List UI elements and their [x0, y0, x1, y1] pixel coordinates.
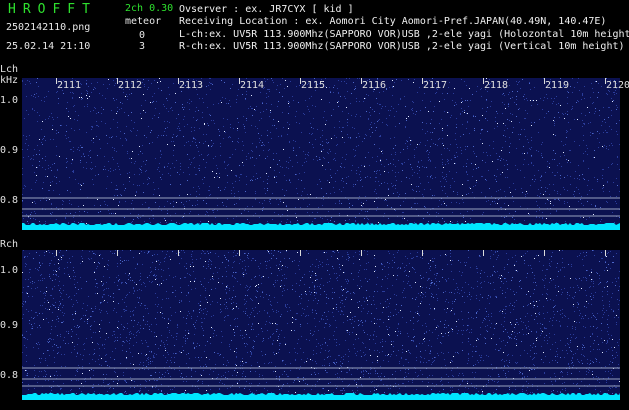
- hrofft-window: HROFFT 2ch 0.30 2502142110.png meteor 0 …: [0, 0, 629, 410]
- time-tick-mark: [605, 250, 606, 256]
- rch-meteor-count: 3: [139, 41, 146, 52]
- khz-unit: kHz: [0, 75, 19, 86]
- time-tick-mark: [300, 78, 301, 84]
- lch-meteor-count: 0: [139, 30, 146, 41]
- app-title: HROFFT: [8, 2, 97, 17]
- time-tick-mark: [239, 78, 240, 84]
- lch-waterfall-canvas: [22, 78, 620, 230]
- time-tick-label: 2117: [423, 80, 448, 91]
- rch-info-line: R-ch:ex. UV5R 113.900Mhz(SAPPORO VOR)USB…: [179, 41, 625, 52]
- time-tick-mark: [117, 250, 118, 256]
- file-name: 2502142110.png: [6, 22, 91, 33]
- time-tick-label: 2118: [484, 80, 509, 91]
- lch-waterfall: [22, 78, 620, 230]
- time-tick-mark: [178, 250, 179, 256]
- time-tick-mark: [117, 78, 118, 84]
- time-tick-label: 2114: [240, 80, 265, 91]
- time-tick-mark: [56, 78, 57, 84]
- time-tick-label: 2119: [545, 80, 570, 91]
- time-tick-label: 2116: [362, 80, 387, 91]
- time-tick-mark: [300, 250, 301, 256]
- time-tick-mark: [361, 78, 362, 84]
- time-tick-label: 2111: [57, 80, 82, 91]
- location-line: Receiving Location : ex. Aomori City Aom…: [179, 16, 607, 27]
- observer-line: Ovserver : ex. JR7CYX [ kid ]: [179, 4, 354, 15]
- time-tick-mark: [605, 78, 606, 84]
- time-tick-mark: [422, 250, 423, 256]
- lch-info-line: L-ch:ex. UV5R 113.900Mhz(SAPPORO VOR)USB…: [179, 29, 629, 40]
- time-tick-mark: [178, 78, 179, 84]
- rch-waterfall-canvas: [22, 250, 620, 400]
- datetime: 25.02.14 21:10: [6, 41, 91, 52]
- lch-ytick-1: 1.0: [0, 95, 19, 106]
- time-tick-mark: [544, 78, 545, 84]
- lch-label: Lch: [0, 64, 19, 75]
- rch-ytick-2: 0.9: [0, 320, 19, 331]
- time-tick-label: 2115: [301, 80, 326, 91]
- lch-ytick-2: 0.9: [0, 145, 19, 156]
- meteor-label: meteor: [125, 16, 162, 27]
- time-tick-mark: [56, 250, 57, 256]
- time-tick-label: 2112: [118, 80, 143, 91]
- rch-ytick-1: 1.0: [0, 265, 19, 276]
- time-tick-mark: [239, 250, 240, 256]
- time-tick-mark: [422, 78, 423, 84]
- time-tick-mark: [483, 78, 484, 84]
- mode-label: 2ch 0.30: [125, 3, 174, 14]
- rch-ytick-3: 0.8: [0, 370, 19, 381]
- lch-ytick-3: 0.8: [0, 195, 19, 206]
- rch-waterfall: [22, 250, 620, 400]
- time-tick-label: 2120: [606, 80, 629, 91]
- time-tick-mark: [361, 250, 362, 256]
- time-tick-mark: [544, 250, 545, 256]
- time-tick-label: 2113: [179, 80, 204, 91]
- time-tick-mark: [483, 250, 484, 256]
- rch-label: Rch: [0, 239, 19, 250]
